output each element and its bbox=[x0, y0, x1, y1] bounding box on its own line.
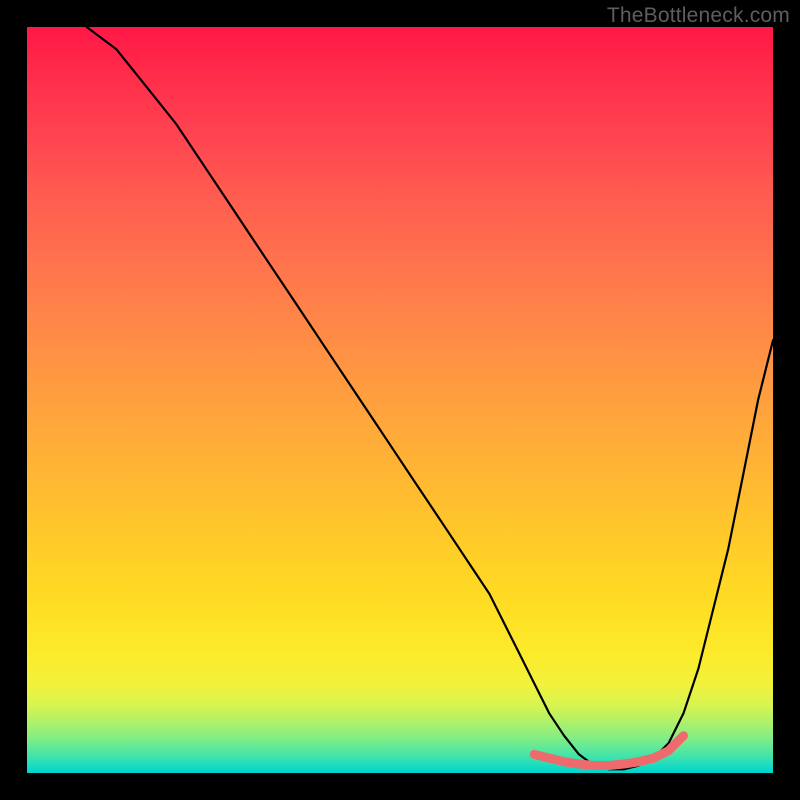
optimal-highlight bbox=[534, 736, 683, 766]
chart-frame: TheBottleneck.com bbox=[0, 0, 800, 800]
gradient-plot-area bbox=[27, 27, 773, 773]
watermark-label: TheBottleneck.com bbox=[607, 4, 790, 28]
bottleneck-curve-svg bbox=[27, 27, 773, 773]
bottleneck-curve bbox=[87, 27, 773, 769]
